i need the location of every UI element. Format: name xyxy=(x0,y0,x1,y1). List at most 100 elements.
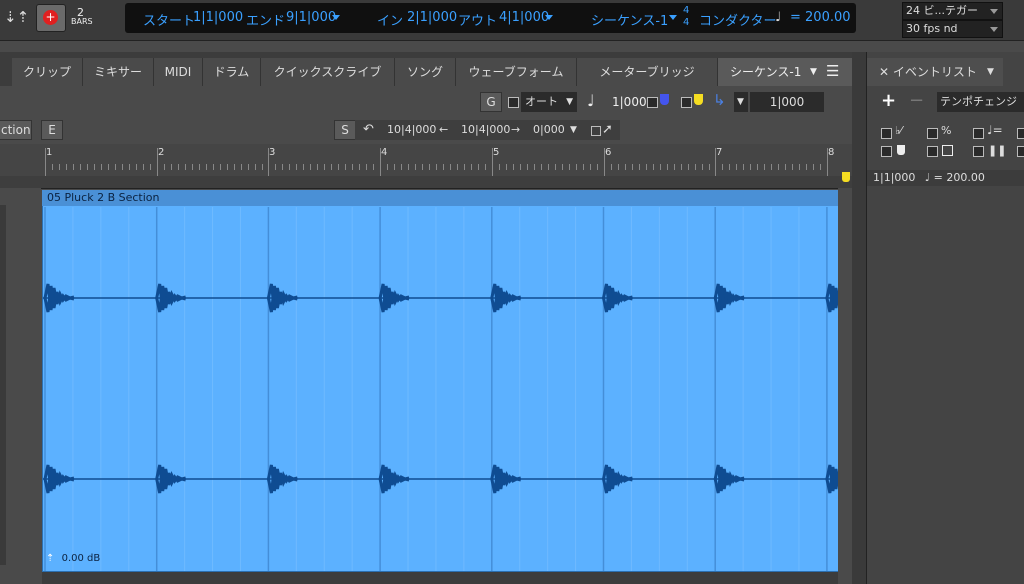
bar-number: 4 xyxy=(381,147,388,158)
pointer-icon[interactable]: ➚ xyxy=(602,120,613,140)
meter-top: 4 xyxy=(683,5,690,16)
sub-tick xyxy=(241,164,242,170)
fps-select[interactable]: 30 fps nd xyxy=(902,20,1003,38)
clip-gain[interactable]: ⇡ 0.00 dB xyxy=(46,553,100,564)
clip-header[interactable]: 05 Pluck 2 B Section xyxy=(42,190,838,206)
in-value[interactable]: 2|1|000 xyxy=(407,10,457,25)
link-select[interactable]: ▼ xyxy=(734,92,748,112)
sub-tick xyxy=(429,164,430,170)
e-button[interactable]: E xyxy=(41,120,63,140)
out-value[interactable]: 4|1|000 xyxy=(499,10,549,25)
s-button[interactable]: S xyxy=(334,120,356,140)
tempo-icon: ♩= xyxy=(987,123,1003,137)
sub-tick xyxy=(164,164,165,170)
sub-tick xyxy=(415,164,416,170)
filter-checkbox[interactable] xyxy=(927,146,938,157)
bar-number: 6 xyxy=(605,147,612,158)
event-row[interactable]: 1|1|000 ♩ = 200.00 xyxy=(867,170,1024,186)
tab-meterbridge[interactable]: メーターブリッジ xyxy=(577,58,718,86)
sub-tick xyxy=(227,164,228,170)
tab-clip[interactable]: クリップ xyxy=(12,58,83,86)
auto-checkbox[interactable] xyxy=(508,97,519,108)
sub-tick xyxy=(387,164,388,170)
sub-tick xyxy=(464,164,465,170)
filter-checkbox[interactable] xyxy=(973,128,984,139)
sub-tick xyxy=(373,164,374,170)
yellow-marker-icon[interactable] xyxy=(694,94,703,105)
remove-icon[interactable]: − xyxy=(909,90,924,111)
marker-checkbox-1[interactable] xyxy=(647,97,658,108)
sub-tick xyxy=(199,164,200,170)
sub-tick xyxy=(87,164,88,170)
tempo-value[interactable]: = 200.00 xyxy=(790,10,851,25)
loop-start[interactable]: 10|4|000 xyxy=(387,120,436,140)
event-type-select[interactable]: テンポチェンジ xyxy=(937,92,1024,112)
track-scrollbar[interactable] xyxy=(0,205,6,565)
sub-tick xyxy=(471,164,472,170)
end-value[interactable]: 9|1|000 xyxy=(286,10,336,25)
tab-mixer[interactable]: ミキサー xyxy=(83,58,154,86)
sub-tick xyxy=(262,164,263,170)
out-label: アウト xyxy=(458,14,498,29)
add-icon[interactable]: + xyxy=(881,90,896,111)
bar-number: 7 xyxy=(716,147,723,158)
filter-checkbox[interactable] xyxy=(927,128,938,139)
blue-marker-icon[interactable] xyxy=(660,94,669,105)
tab-song[interactable]: ソング xyxy=(395,58,456,86)
sub-tick xyxy=(303,164,304,170)
tab-sequence[interactable]: シーケンス-1 ▼ ☰ xyxy=(718,58,853,86)
tab-quickscribe[interactable]: クイックスクライブ xyxy=(261,58,395,86)
sequence-selector[interactable]: シーケンス-1 xyxy=(591,10,668,29)
yellow-marker-icon[interactable] xyxy=(842,172,850,182)
auto-select[interactable]: オート ▼ xyxy=(521,92,577,112)
sync-select[interactable]: 24 ビ...テガー xyxy=(902,2,1003,20)
section-button[interactable]: ction xyxy=(0,120,32,140)
filter-checkbox[interactable] xyxy=(881,128,892,139)
tab-drum[interactable]: ドラム xyxy=(203,58,261,86)
arrow-left-icon[interactable]: ← xyxy=(439,120,448,140)
sub-tick xyxy=(541,164,542,170)
start-label: スタート xyxy=(143,14,196,29)
end-dropdown-icon[interactable] xyxy=(332,15,340,20)
undo-icon[interactable]: ↶ xyxy=(363,120,374,140)
sub-tick xyxy=(562,164,563,170)
tab-dropdown-icon[interactable]: ▼ xyxy=(810,58,817,86)
grid-value[interactable]: 1|000 xyxy=(612,95,647,109)
timeline-ruler[interactable]: 1 2 3 4 5 6 7 8 xyxy=(0,144,852,189)
loop-end[interactable]: 10|4|000 xyxy=(461,120,510,140)
audio-track[interactable] xyxy=(42,190,840,572)
chevron-down-icon[interactable]: ▼ xyxy=(570,120,577,140)
arrows-icon[interactable]: ⇣⇡ xyxy=(4,8,29,26)
link-arrow-icon[interactable]: ↳ xyxy=(713,91,726,109)
filter-checkbox[interactable] xyxy=(1017,128,1024,139)
filter-checkbox[interactable] xyxy=(973,146,984,157)
event-list-title: イベントリスト xyxy=(892,65,977,79)
start-value[interactable]: 1|1|000 xyxy=(193,10,243,25)
conductor-label[interactable]: コンダクター xyxy=(699,10,776,29)
out-dropdown-icon[interactable] xyxy=(545,15,553,20)
position-field[interactable]: 1|000 xyxy=(750,92,824,112)
bar-tick xyxy=(492,148,493,176)
tab-midi[interactable]: MIDI xyxy=(154,58,203,86)
marker-checkbox-2[interactable] xyxy=(681,97,692,108)
waveform-transient xyxy=(602,466,633,494)
sequence-dropdown-icon[interactable] xyxy=(669,15,677,20)
filter-checkbox[interactable] xyxy=(1017,146,1024,157)
record-button[interactable]: + xyxy=(36,4,66,32)
sub-tick xyxy=(331,164,332,170)
close-icon[interactable]: ✕ xyxy=(879,65,889,79)
cursor-checkbox[interactable] xyxy=(591,126,601,136)
quarter-note-icon: ♩ xyxy=(775,10,782,25)
menu-icon[interactable]: ☰ xyxy=(826,57,839,85)
panel-divider[interactable] xyxy=(852,52,866,584)
event-list-tab[interactable]: ✕ イベントリスト ▼ xyxy=(867,58,1003,86)
sub-tick xyxy=(401,164,402,170)
tab-waveform[interactable]: ウェーブフォーム xyxy=(456,58,577,86)
filter-checkbox[interactable] xyxy=(881,146,892,157)
nudge-value[interactable]: 0|000 xyxy=(533,120,565,140)
chevron-down-icon[interactable]: ▼ xyxy=(987,58,994,86)
sub-tick xyxy=(73,164,74,170)
note-icon[interactable]: ♩ xyxy=(587,91,595,110)
arrow-right-icon[interactable]: → xyxy=(511,120,520,140)
g-button[interactable]: G xyxy=(480,92,502,112)
